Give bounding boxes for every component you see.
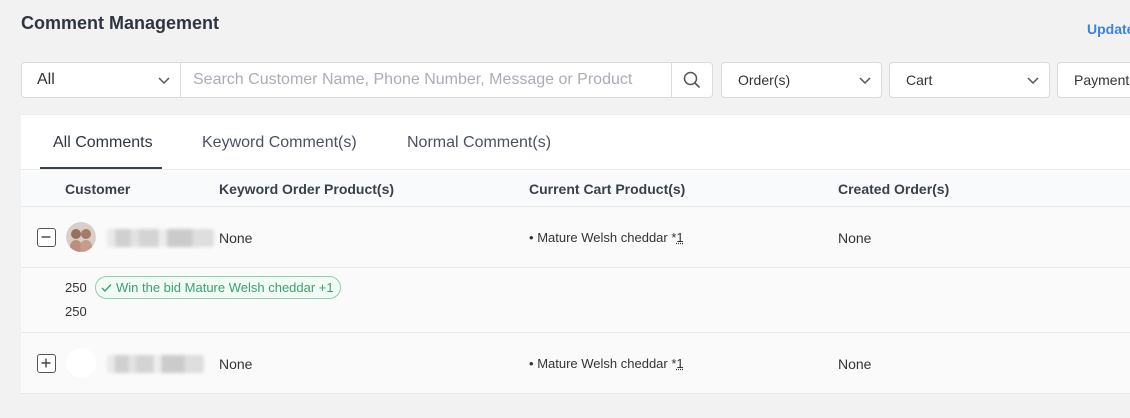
chevron-down-icon	[859, 75, 871, 85]
order-filter-label: Order(s)	[738, 72, 790, 88]
page-title: Comment Management	[21, 13, 219, 34]
search-button[interactable]	[671, 62, 713, 98]
scope-select[interactable]: All	[21, 62, 181, 98]
chevron-down-icon	[1027, 75, 1039, 85]
avatar	[66, 222, 96, 252]
customer-name-redacted	[107, 229, 214, 247]
scope-select-value: All	[37, 71, 55, 89]
tab-normal-comments[interactable]: Normal Comment(s)	[407, 134, 551, 152]
cart-product-qty[interactable]: 1	[676, 230, 683, 245]
cart-product-value: • Mature Welsh cheddar *1	[529, 356, 684, 371]
plus-icon	[38, 355, 54, 371]
column-header-customer: Customer	[65, 181, 130, 197]
chevron-down-icon	[158, 75, 170, 85]
win-bid-badge: Win the bid Mature Welsh cheddar +1	[95, 276, 341, 299]
update-link[interactable]: Update	[1087, 21, 1130, 37]
column-header-cart-products: Current Cart Product(s)	[529, 181, 685, 197]
search-icon	[683, 71, 701, 89]
avatar	[66, 348, 96, 378]
cart-filter-dropdown[interactable]: Cart	[889, 62, 1050, 98]
keyword-products-value: None	[219, 356, 252, 372]
bullet: •	[529, 356, 534, 371]
created-orders-value: None	[838, 230, 871, 246]
table-header: Customer Keyword Order Product(s) Curren…	[21, 171, 1130, 207]
created-orders-value: None	[838, 356, 871, 372]
active-tab-indicator	[40, 167, 162, 169]
avatar-photo	[66, 222, 96, 252]
expand-row-button[interactable]	[37, 354, 56, 373]
keyword-products-value: None	[219, 230, 252, 246]
cart-product-name: Mature Welsh cheddar *	[537, 356, 676, 371]
collapse-row-button[interactable]	[37, 228, 56, 247]
search-input[interactable]	[193, 71, 671, 89]
comment-detail: 250 Win the bid Mature Welsh cheddar +1 …	[21, 268, 1130, 333]
column-header-keyword-products: Keyword Order Product(s)	[219, 181, 394, 197]
win-bid-badge-text: Win the bid Mature Welsh cheddar +1	[116, 280, 334, 295]
payment-filter-dropdown[interactable]: Payment	[1057, 62, 1130, 98]
minus-icon	[38, 229, 54, 245]
cart-filter-label: Cart	[906, 72, 932, 88]
search-field	[180, 62, 672, 98]
table-row: None • Mature Welsh cheddar *1 None	[21, 333, 1130, 394]
cart-product-value: • Mature Welsh cheddar *1	[529, 230, 684, 245]
column-header-created-orders: Created Order(s)	[838, 181, 949, 197]
customer-name-redacted	[107, 355, 204, 373]
payment-filter-label: Payment	[1074, 72, 1129, 88]
tab-all-comments[interactable]: All Comments	[53, 134, 153, 152]
bullet: •	[529, 230, 534, 245]
table-row: None • Mature Welsh cheddar *1 None	[21, 207, 1130, 268]
order-filter-dropdown[interactable]: Order(s)	[721, 62, 882, 98]
comment-tabs: All Comments Keyword Comment(s) Normal C…	[21, 115, 1130, 170]
check-icon	[101, 283, 112, 293]
comments-card: All Comments Keyword Comment(s) Normal C…	[21, 114, 1130, 393]
comment-text: 250	[65, 304, 87, 319]
tab-keyword-comments[interactable]: Keyword Comment(s)	[202, 134, 357, 152]
cart-product-qty[interactable]: 1	[676, 356, 683, 371]
comment-text: 250	[65, 280, 87, 295]
cart-product-name: Mature Welsh cheddar *	[537, 230, 676, 245]
